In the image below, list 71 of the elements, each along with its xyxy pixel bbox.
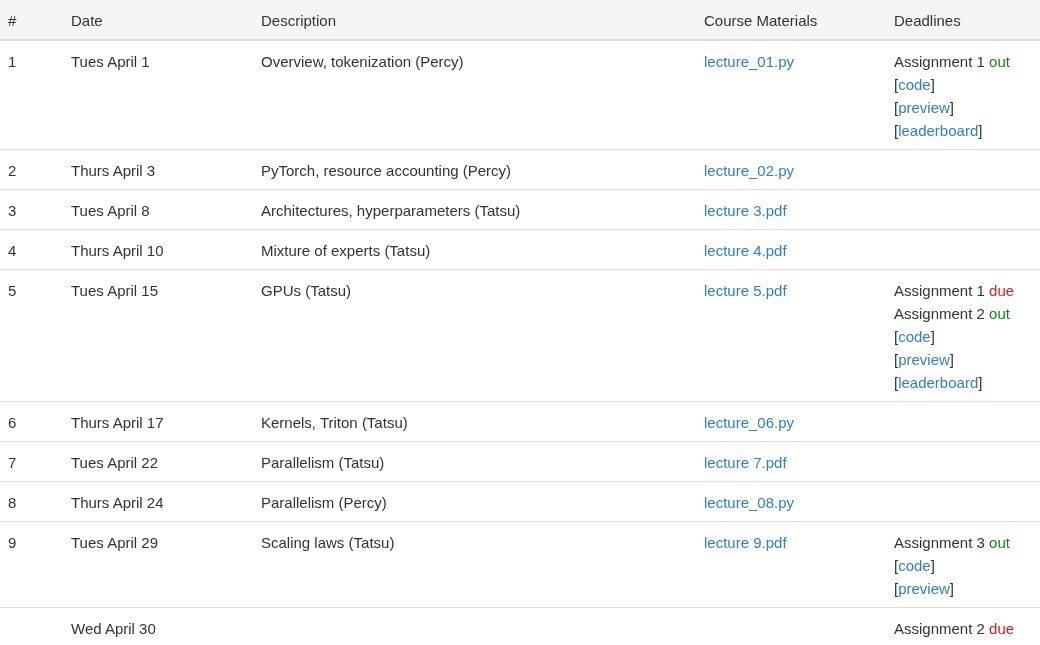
- row-number: 6: [8, 414, 17, 431]
- resource-link[interactable]: leaderboard: [898, 122, 979, 139]
- column-header: Description: [253, 0, 696, 40]
- bracket-text: ]: [978, 122, 983, 139]
- deadline-text: Assignment 3 out: [894, 534, 1010, 551]
- date-text: Thurs April 3: [71, 162, 156, 179]
- description-text: PyTorch, resource accounting (Percy): [261, 162, 512, 179]
- date-text: Tues April 29: [71, 534, 158, 551]
- deadline-text: Assignment 2 out: [894, 305, 1010, 322]
- bracket-text: [: [894, 122, 899, 139]
- bracket-text: [: [894, 557, 899, 574]
- row-number: 8: [8, 494, 17, 511]
- bracket-text: [: [894, 99, 899, 116]
- resource-link[interactable]: leaderboard: [898, 374, 979, 391]
- row-number: 1: [8, 53, 17, 70]
- date-text: Tues April 8: [71, 202, 150, 219]
- deadline-text: Assignment 1 due: [894, 282, 1015, 299]
- bracket-text: [: [894, 328, 899, 345]
- bracket-text: ]: [949, 351, 955, 368]
- description-text: Architectures, hyperparameters (Tatsu): [261, 202, 521, 219]
- row-number: 9: [8, 534, 17, 551]
- material-link[interactable]: lecture 3.pdf: [704, 202, 787, 219]
- date-text: Thurs April 24: [71, 494, 164, 511]
- date-text: Thurs April 10: [71, 242, 164, 259]
- bracket-text: [: [894, 351, 899, 368]
- resource-link[interactable]: code: [898, 76, 931, 93]
- bracket-text: [: [894, 580, 899, 597]
- date-text: Thurs April 17: [71, 414, 164, 431]
- column-header: #: [0, 0, 63, 40]
- date-text: Tues April 22: [71, 454, 158, 471]
- description-text: Scaling laws (Tatsu): [261, 534, 395, 551]
- row-number: 7: [8, 454, 17, 471]
- bracket-text: ]: [949, 99, 955, 116]
- bracket-text: ]: [930, 328, 935, 345]
- description-text: Parallelism (Percy): [261, 494, 387, 511]
- date-text: Tues April 15: [71, 282, 158, 299]
- material-link[interactable]: lecture_06.py: [704, 414, 795, 431]
- description-text: Parallelism (Tatsu): [261, 454, 385, 471]
- resource-link[interactable]: preview: [898, 580, 950, 597]
- column-header: Course Materials: [696, 0, 886, 40]
- material-link[interactable]: lecture 5.pdf: [704, 282, 787, 299]
- bracket-text: ]: [978, 374, 983, 391]
- material-link[interactable]: lecture_01.py: [704, 53, 795, 70]
- description-text: Overview, tokenization (Percy): [261, 53, 464, 70]
- row-number: 4: [8, 242, 17, 259]
- material-link[interactable]: lecture_08.py: [704, 494, 795, 511]
- column-header: Deadlines: [886, 0, 1040, 40]
- resource-link[interactable]: preview: [898, 99, 950, 116]
- bracket-text: ]: [930, 557, 935, 574]
- material-link[interactable]: lecture_02.py: [704, 162, 795, 179]
- bracket-text: ]: [930, 76, 935, 93]
- material-link[interactable]: lecture 4.pdf: [704, 242, 787, 259]
- row-number: 2: [8, 162, 17, 179]
- bracket-text: [: [894, 76, 899, 93]
- bracket-text: ]: [949, 580, 955, 597]
- resource-link[interactable]: preview: [898, 351, 950, 368]
- date-text: Tues April 1: [71, 53, 150, 70]
- date-text: Wed April 30: [71, 620, 156, 637]
- description-text: GPUs (Tatsu): [261, 282, 351, 299]
- resource-link[interactable]: code: [898, 328, 931, 345]
- deadline-text: Assignment 2 due: [894, 620, 1015, 637]
- row-number: 5: [8, 282, 17, 299]
- description-text: Kernels, Triton (Tatsu): [261, 414, 408, 431]
- resource-link[interactable]: code: [898, 557, 931, 574]
- column-header: Date: [63, 0, 253, 40]
- bracket-text: [: [894, 374, 899, 391]
- row-number: 3: [8, 202, 17, 219]
- description-text: Mixture of experts (Tatsu): [261, 242, 431, 259]
- deadline-text: Assignment 1 out: [894, 53, 1010, 70]
- material-link[interactable]: lecture 9.pdf: [704, 534, 787, 551]
- material-link[interactable]: lecture 7.pdf: [704, 454, 787, 471]
